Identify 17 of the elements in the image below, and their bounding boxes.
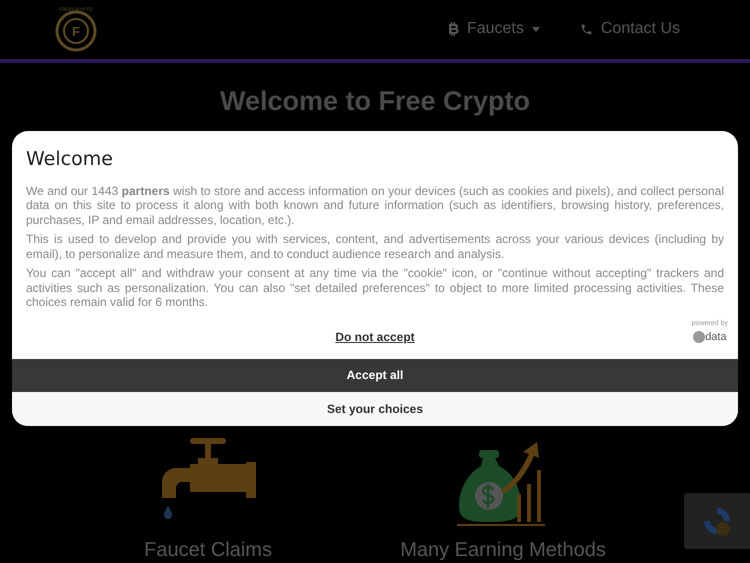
recaptcha-icon xyxy=(701,505,733,537)
feature-title: Many Earning Methods xyxy=(400,538,606,563)
page-title: Welcome to Free Crypto xyxy=(218,84,532,118)
consent-paragraph: This is used to develop and provide you with services, content, and advertisements across your various devices (including by email), to personalize and measure them, and to conduct audience research and analysis. xyxy=(26,232,724,261)
bitcoin-icon xyxy=(448,22,459,36)
logo-letter: F xyxy=(72,24,80,40)
accept-all-button[interactable]: Accept all xyxy=(12,358,738,392)
phone-icon xyxy=(580,22,593,36)
feature-title: Faucet Claims xyxy=(144,538,272,563)
logo-ring-icon xyxy=(56,10,96,52)
consent-paragraph: You can "accept all" and withdraw your consent at any time via the "cookie" icon, or "continue without accepting" trackers and activities such as personalization. You can also "set detailed preferences" to object to more limited processing activities. These choices remain valid for 6 months. xyxy=(26,266,724,310)
consent-paragraph: We and our 1443 partners wish to store and access information on your devices (such as cookies and pixels), and collect personal data on this site to process it along with both known and future information (such as identifiers, browsing history, preferences, purchases, IP and email addresses, location, etc.). xyxy=(26,184,724,227)
brand-logo-icon xyxy=(693,331,706,344)
reject-link[interactable]: Do not accept xyxy=(335,328,415,346)
brand-name: data xyxy=(705,330,727,345)
dialog-title: Welcome xyxy=(26,147,114,172)
set-choices-button[interactable]: Set your choices xyxy=(12,392,738,426)
